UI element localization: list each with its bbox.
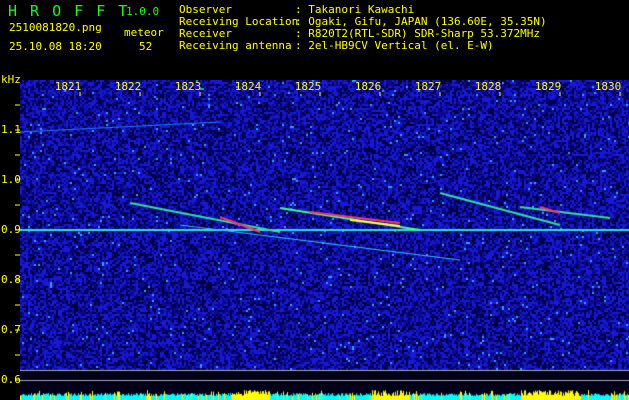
x-tick-label: 1824 bbox=[234, 80, 262, 93]
y-tick-label: 0.6 bbox=[1, 373, 21, 386]
x-tick-label: 1828 bbox=[474, 80, 502, 93]
x-tick-label: 1825 bbox=[294, 80, 322, 93]
x-tick-label: 1821 bbox=[54, 80, 82, 93]
axis-overlay bbox=[15, 92, 621, 381]
y-tick-label: 0.9 bbox=[1, 223, 21, 236]
x-tick-label: 1822 bbox=[114, 80, 142, 93]
y-tick-label: 0.8 bbox=[1, 273, 21, 286]
x-tick-label: 1823 bbox=[174, 80, 202, 93]
y-tick-label: 1.1 bbox=[1, 123, 21, 136]
y-tick-label: 0.7 bbox=[1, 323, 21, 336]
x-tick-label: 1827 bbox=[414, 80, 442, 93]
x-tick-label: 1826 bbox=[354, 80, 382, 93]
y-tick-label: 1.0 bbox=[1, 173, 21, 186]
x-tick-label: 1830 bbox=[594, 80, 622, 93]
y-axis-unit: kHz bbox=[1, 73, 21, 86]
x-tick-label: 1829 bbox=[534, 80, 562, 93]
